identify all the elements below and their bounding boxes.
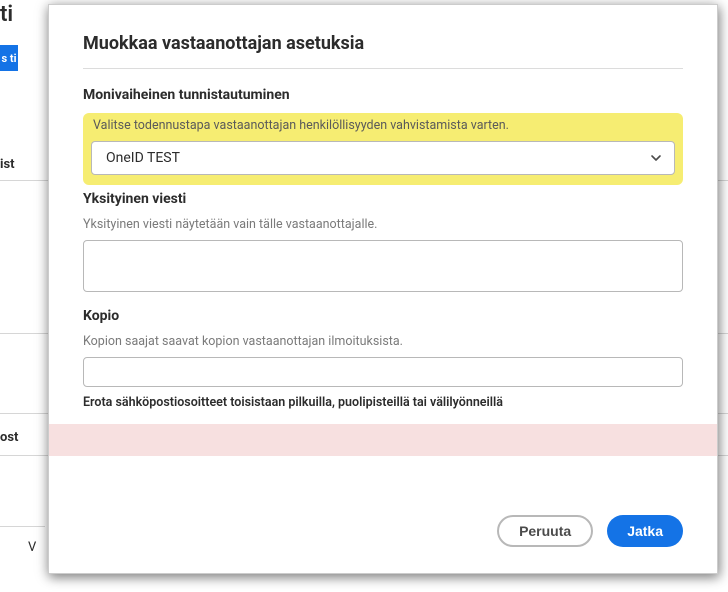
error-band bbox=[49, 424, 717, 456]
mfa-method-dropdown[interactable]: OneID TEST bbox=[91, 141, 675, 175]
recipient-settings-modal: Muokkaa vastaanottajan asetuksia Monivai… bbox=[48, 4, 718, 574]
private-message-textarea[interactable] bbox=[83, 240, 683, 292]
mfa-highlight: Valitse todennustapa vastaanottajan henk… bbox=[83, 113, 683, 185]
continue-button[interactable]: Jatka bbox=[607, 515, 683, 547]
cancel-button[interactable]: Peruuta bbox=[497, 515, 593, 547]
private-message-help: Yksityinen viesti näytetään vain tälle v… bbox=[83, 217, 683, 232]
modal-overlay: Muokkaa vastaanottajan asetuksia Monivai… bbox=[0, 0, 728, 592]
copy-recipients-input[interactable] bbox=[83, 357, 683, 387]
copy-hint: Erota sähköpostiosoitteet toisistaan pil… bbox=[83, 395, 683, 410]
copy-help: Kopion saajat saavat kopion vastaanottaj… bbox=[83, 334, 683, 349]
modal-body: Muokkaa vastaanottajan asetuksia Monivai… bbox=[49, 5, 717, 493]
private-message-heading: Yksityinen viesti bbox=[83, 191, 683, 207]
mfa-heading: Monivaiheinen tunnistautuminen bbox=[83, 87, 683, 103]
modal-title: Muokkaa vastaanottajan asetuksia bbox=[83, 33, 683, 69]
mfa-selected-value: OneID TEST bbox=[106, 150, 180, 166]
mfa-help-text: Valitse todennustapa vastaanottajan henk… bbox=[91, 118, 675, 133]
modal-footer: Peruuta Jatka bbox=[49, 493, 717, 573]
copy-heading: Kopio bbox=[83, 308, 683, 324]
chevron-down-icon bbox=[650, 152, 662, 164]
